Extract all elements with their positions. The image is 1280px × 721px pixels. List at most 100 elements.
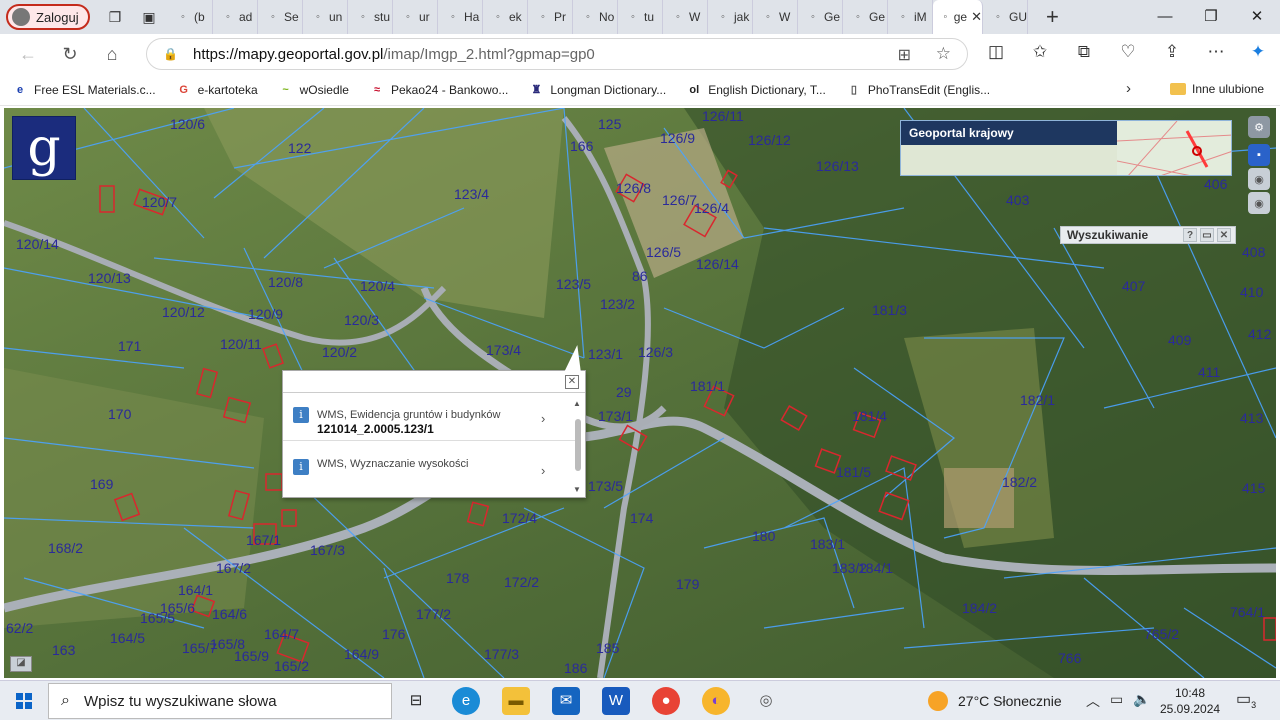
- chevron-right-icon[interactable]: ›: [541, 411, 545, 426]
- browser-tab[interactable]: ◦ Ge: [798, 0, 843, 34]
- taskbar-search[interactable]: ⌕ Wpisz tu wyszukiwane słowa: [48, 683, 392, 719]
- map-canvas[interactable]: 120/6 122 125 166 126/11 126/9 126/12 126/13 120…: [4, 108, 1276, 678]
- browser-tab[interactable]: ◦ GU: [983, 0, 1028, 34]
- minimize-icon[interactable]: —: [1142, 0, 1188, 34]
- layer-mode-icon[interactable]: ▪: [1248, 144, 1270, 166]
- browser-tab[interactable]: ◦ un: [303, 0, 348, 34]
- browser-tab[interactable]: ◦ Ha: [438, 0, 483, 34]
- other-favorites[interactable]: Inne ulubione: [1170, 82, 1264, 96]
- refresh-icon[interactable]: ↻: [56, 40, 84, 68]
- chrome-icon[interactable]: ●: [652, 687, 680, 715]
- maximize-icon[interactable]: ▭: [1200, 228, 1214, 242]
- favorite-link[interactable]: ▯ PhoTransEdit (Englis...: [846, 82, 990, 98]
- favorite-link[interactable]: e Free ESL Materials.c...: [12, 82, 156, 98]
- browser-tab[interactable]: ◦ tu: [618, 0, 663, 34]
- parcel-number: 177/2: [416, 606, 452, 622]
- word-icon[interactable]: W: [602, 687, 630, 715]
- popup-item[interactable]: i WMS, Wyznaczanie wysokości ›: [283, 447, 575, 493]
- profile-button[interactable]: Zaloguj: [6, 4, 90, 30]
- split-screen-icon[interactable]: ◫: [984, 42, 1008, 62]
- tab-label: Ha: [464, 10, 480, 24]
- close-icon[interactable]: ✕: [1217, 228, 1231, 242]
- browser-tab[interactable]: ◦ Pr: [528, 0, 573, 34]
- edge-icon[interactable]: e: [452, 687, 480, 715]
- browser-tab[interactable]: ◦ W: [663, 0, 708, 34]
- back-icon[interactable]: ←: [14, 40, 42, 68]
- geoportal-logo[interactable]: g: [12, 116, 76, 180]
- volume-icon[interactable]: 🔈: [1133, 691, 1150, 711]
- share-icon[interactable]: ⇪: [1160, 42, 1184, 62]
- browser-tab[interactable]: ◦ ge ✕: [933, 0, 983, 34]
- chevron-up-icon[interactable]: ︿: [1086, 691, 1100, 711]
- browser-tab[interactable]: ◦ Ge: [843, 0, 888, 34]
- settings-icon[interactable]: ⚙: [1248, 116, 1270, 138]
- browser-tab[interactable]: ◦ ur: [393, 0, 438, 34]
- browser-tab[interactable]: ◦ jak: [708, 0, 753, 34]
- parcel-number: 126/5: [646, 244, 682, 260]
- workspaces-icon[interactable]: ❐: [106, 8, 124, 26]
- favorites-more-icon[interactable]: ›: [1126, 80, 1131, 97]
- favorite-link[interactable]: ♜ Longman Dictionary...: [528, 82, 666, 98]
- mail-icon[interactable]: ✉: [552, 687, 580, 715]
- browser-tab[interactable]: ◦ (b: [168, 0, 213, 34]
- collections-icon[interactable]: ⧉: [1072, 42, 1096, 62]
- popup-scrollbar[interactable]: ▲ ▼: [573, 399, 583, 495]
- url-text[interactable]: https://mapy.geoportal.gov.pl/imap/Imgp_…: [193, 46, 595, 63]
- tab-label: W: [779, 10, 791, 24]
- parcel-number: 126/8: [616, 180, 652, 196]
- browser-tab[interactable]: ◦ No: [573, 0, 618, 34]
- parcel-number: 173/5: [588, 478, 624, 494]
- eye-icon[interactable]: ◉: [1248, 168, 1270, 190]
- browser-tab[interactable]: ◦ ek: [483, 0, 528, 34]
- app2-icon[interactable]: ◎: [752, 687, 780, 715]
- lock-icon[interactable]: 🔒: [163, 47, 178, 61]
- close-window-icon[interactable]: ✕: [1234, 0, 1280, 34]
- popup-item[interactable]: i WMS, Ewidencja gruntów i budynków 1210…: [283, 395, 575, 441]
- browser-tab[interactable]: ◦ Se: [258, 0, 303, 34]
- new-tab-button[interactable]: +: [1046, 4, 1059, 30]
- weather-widget[interactable]: 27°C Słonecznie: [928, 691, 1062, 711]
- tab-close-icon[interactable]: ✕: [971, 9, 982, 25]
- home-icon[interactable]: ⌂: [98, 40, 126, 68]
- visibility-icon[interactable]: ◉: [1248, 192, 1270, 214]
- scroll-up-icon[interactable]: ▲: [573, 399, 581, 408]
- more-menu-icon[interactable]: ⋯: [1204, 42, 1228, 62]
- restore-icon[interactable]: ❐: [1188, 0, 1234, 34]
- app-icon[interactable]: ◐: [702, 687, 730, 715]
- browser-tab[interactable]: ◦ ad: [213, 0, 258, 34]
- address-bar[interactable]: 🔒 https://mapy.geoportal.gov.pl/imap/Img…: [146, 38, 968, 70]
- gmail-icon: ◦: [181, 11, 185, 23]
- favorite-star-icon[interactable]: ☆: [936, 44, 951, 64]
- app-available-icon[interactable]: ⊞: [898, 45, 911, 65]
- copilot-icon[interactable]: ✦: [1246, 42, 1270, 62]
- battery-icon[interactable]: ▭: [1110, 691, 1123, 711]
- clock[interactable]: 10:48 25.09.2024: [1160, 685, 1220, 717]
- favorite-link[interactable]: ol English Dictionary, T...: [686, 82, 826, 98]
- scroll-down-icon[interactable]: ▼: [573, 485, 581, 494]
- favorites-icon[interactable]: ✩: [1028, 42, 1052, 62]
- search-panel-header[interactable]: Wyszukiwanie ? ▭ ✕: [1060, 226, 1236, 244]
- favorite-link[interactable]: ~ wOsiedle: [278, 82, 349, 98]
- browser-tab[interactable]: ◦ stu: [348, 0, 393, 34]
- scroll-thumb[interactable]: [575, 419, 581, 471]
- favorite-link[interactable]: ≈ Pekao24 - Bankowo...: [369, 82, 508, 98]
- toggle-panel-icon[interactable]: ◪: [10, 656, 32, 672]
- help-icon[interactable]: ?: [1183, 228, 1197, 242]
- browser-essentials-icon[interactable]: ♡: [1116, 42, 1140, 62]
- parcel-number: 126/13: [816, 158, 859, 174]
- file-explorer-icon[interactable]: ▬: [502, 687, 530, 715]
- task-view-icon[interactable]: ⊟: [402, 687, 430, 715]
- overview-map[interactable]: Geoportal krajowy: [900, 120, 1232, 176]
- notifications-icon[interactable]: ▭3: [1236, 689, 1256, 710]
- chevron-right-icon[interactable]: ›: [541, 463, 545, 478]
- tab-actions-icon[interactable]: ▣: [140, 8, 158, 26]
- google-icon: ◦: [811, 11, 815, 23]
- browser-tab[interactable]: ◦ W: [753, 0, 798, 34]
- browser-tab[interactable]: ◦ iM: [888, 0, 933, 34]
- favorite-link[interactable]: Ge-kartoteka: [176, 82, 257, 98]
- overview-minimap[interactable]: [1116, 121, 1231, 175]
- favicon-icon: G: [179, 83, 188, 96]
- popup-close-icon[interactable]: ✕: [565, 375, 579, 389]
- start-button[interactable]: [0, 681, 48, 721]
- parcel-number: 408: [1242, 244, 1266, 260]
